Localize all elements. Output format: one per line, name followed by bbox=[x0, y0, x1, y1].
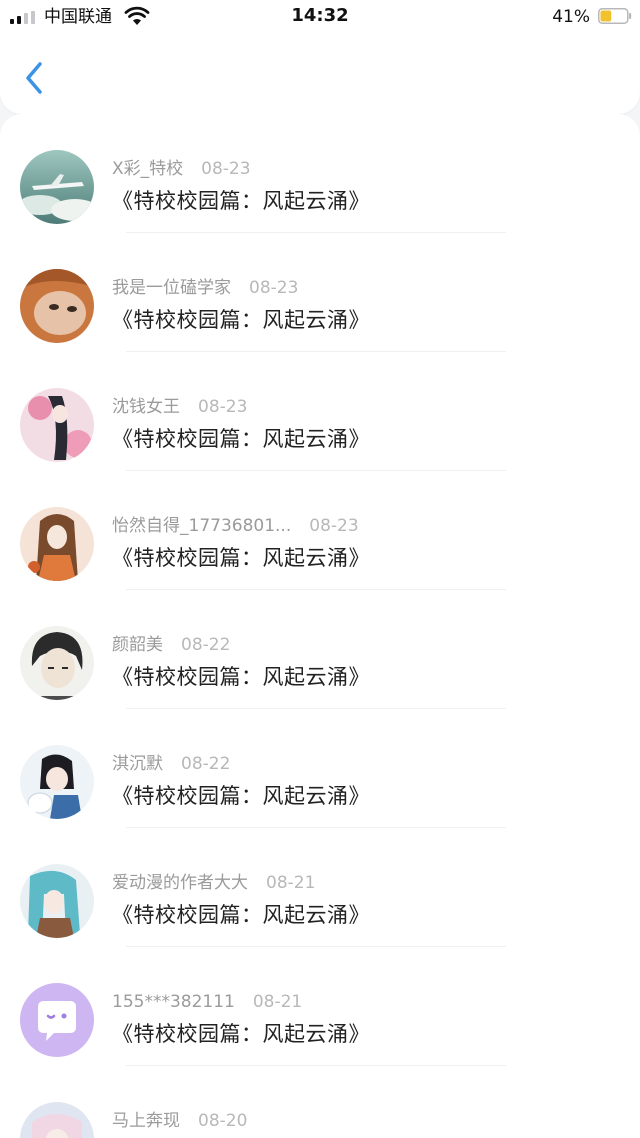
list-item[interactable]: 颜韶美 08-22 《特校校园篇：风起云涌》 bbox=[0, 590, 640, 709]
avatar[interactable] bbox=[20, 1102, 94, 1138]
comment-meta: 怡然自得_17736801... 08-23 bbox=[112, 515, 359, 537]
username[interactable]: 我是一位磕学家 bbox=[112, 278, 231, 298]
clock: 14:32 bbox=[291, 5, 349, 26]
work-title[interactable]: 《特校校园篇：风起云涌》 bbox=[112, 663, 370, 691]
username[interactable]: 爱动漫的作者大大 bbox=[112, 873, 248, 893]
comment-date: 08-22 bbox=[181, 754, 231, 774]
avatar[interactable] bbox=[20, 745, 94, 819]
avatar[interactable] bbox=[20, 507, 94, 581]
comment-meta: 马上奔现 08-20 bbox=[112, 1110, 247, 1132]
work-title[interactable]: 《特校校园篇：风起云涌》 bbox=[112, 1020, 370, 1048]
comment-date: 08-22 bbox=[181, 635, 231, 655]
avatar[interactable] bbox=[20, 388, 94, 462]
comment-date: 08-23 bbox=[249, 278, 299, 298]
list-item[interactable]: X彩_特校 08-23 《特校校园篇：风起云涌》 bbox=[0, 114, 640, 233]
work-title[interactable]: 《特校校园篇：风起云涌》 bbox=[112, 901, 370, 929]
comment-date: 08-23 bbox=[201, 159, 251, 179]
comment-meta: X彩_特校 08-23 bbox=[112, 158, 251, 180]
work-title[interactable]: 《特校校园篇：风起云涌》 bbox=[112, 306, 370, 334]
username[interactable]: 淇沉默 bbox=[112, 754, 163, 774]
list-item[interactable]: 我是一位磕学家 08-23 《特校校园篇：风起云涌》 bbox=[0, 233, 640, 352]
avatar[interactable] bbox=[20, 983, 94, 1057]
avatar[interactable] bbox=[20, 626, 94, 700]
back-button[interactable] bbox=[18, 58, 54, 98]
avatar[interactable] bbox=[20, 150, 94, 224]
comment-meta: 颜韶美 08-22 bbox=[112, 634, 230, 656]
username[interactable]: X彩_特校 bbox=[112, 159, 183, 179]
list-item[interactable]: 马上奔现 08-20 bbox=[0, 1066, 640, 1138]
avatar[interactable] bbox=[20, 269, 94, 343]
list-item[interactable]: 淇沉默 08-22 《特校校园篇：风起云涌》 bbox=[0, 709, 640, 828]
comment-meta: 沈钱女王 08-23 bbox=[112, 396, 247, 418]
chevron-left-icon bbox=[26, 62, 42, 94]
comment-list: X彩_特校 08-23 《特校校园篇：风起云涌》 我是一位磕学家 08-23 《特校… bbox=[0, 114, 640, 1138]
work-title[interactable]: 《特校校园篇：风起云涌》 bbox=[112, 187, 370, 215]
work-title[interactable]: 《特校校园篇：风起云涌》 bbox=[112, 425, 370, 453]
username[interactable]: 颜韶美 bbox=[112, 635, 163, 655]
status-bar: 中国联通 14:32 41% bbox=[0, 0, 640, 34]
chat-bubble-icon bbox=[20, 983, 94, 1057]
battery-icon bbox=[598, 8, 632, 24]
work-title[interactable]: 《特校校园篇：风起云涌》 bbox=[112, 782, 370, 810]
username[interactable]: 沈钱女王 bbox=[112, 397, 180, 417]
comment-date: 08-21 bbox=[252, 992, 303, 1012]
list-item[interactable]: 沈钱女王 08-23 《特校校园篇：风起云涌》 bbox=[0, 352, 640, 471]
comment-meta: 爱动漫的作者大大 08-21 bbox=[112, 872, 315, 894]
nav-header bbox=[0, 34, 640, 114]
comment-date: 08-23 bbox=[309, 516, 359, 536]
username[interactable]: 155***382111 bbox=[112, 992, 235, 1012]
list-item[interactable]: 155***382111 08-21 《特校校园篇：风起云涌》 bbox=[0, 947, 640, 1066]
comment-meta: 我是一位磕学家 08-23 bbox=[112, 277, 298, 299]
comment-date: 08-23 bbox=[198, 397, 248, 417]
username[interactable]: 怡然自得_17736801... bbox=[112, 516, 291, 536]
comment-date: 08-20 bbox=[198, 1111, 248, 1131]
comment-date: 08-21 bbox=[266, 873, 316, 893]
work-title[interactable]: 《特校校园篇：风起云涌》 bbox=[112, 544, 370, 572]
comment-meta: 155***382111 08-21 bbox=[112, 991, 302, 1013]
comment-meta: 淇沉默 08-22 bbox=[112, 753, 230, 775]
list-item[interactable]: 怡然自得_17736801... 08-23 《特校校园篇：风起云涌》 bbox=[0, 471, 640, 590]
avatar[interactable] bbox=[20, 864, 94, 938]
username[interactable]: 马上奔现 bbox=[112, 1111, 180, 1131]
list-item[interactable]: 爱动漫的作者大大 08-21 《特校校园篇：风起云涌》 bbox=[0, 828, 640, 947]
battery-percent: 41% bbox=[552, 7, 590, 27]
